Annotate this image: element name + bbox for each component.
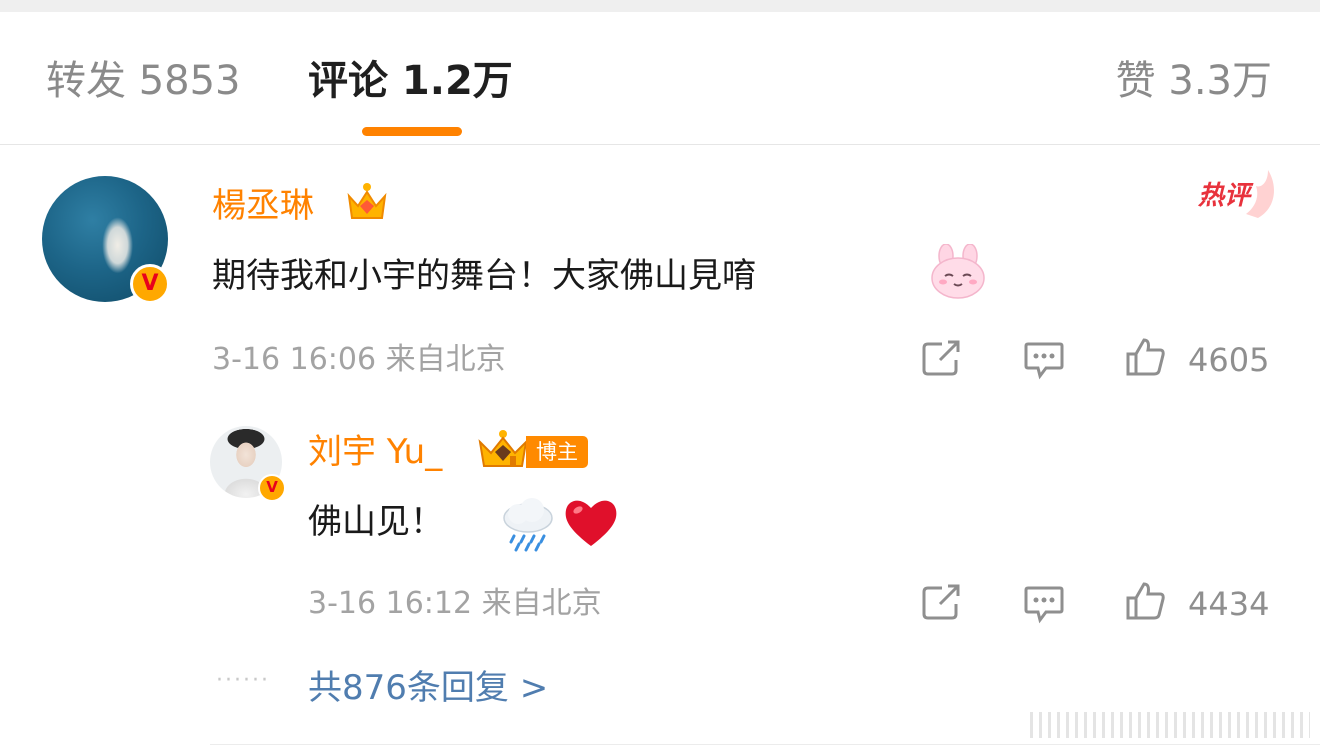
like-count: 4434 xyxy=(1188,585,1270,623)
tab-active-indicator xyxy=(362,127,462,136)
tab-repost[interactable]: 转发 5853 xyxy=(46,56,241,106)
verified-badge: V xyxy=(258,474,286,502)
watermark-strip xyxy=(1030,712,1310,738)
tab-comment[interactable]: 评论 1.2万 xyxy=(308,56,513,106)
rain-cloud-emoji-icon xyxy=(503,498,553,552)
divider xyxy=(210,744,1320,745)
like-count: 4605 xyxy=(1188,341,1270,379)
bunny-emoji-icon xyxy=(931,244,985,299)
tab-bar: 转发 5853 评论 1.2万 赞 3.3万 xyxy=(0,12,1320,145)
reply-meta: 3-16 16:12 来自北京 xyxy=(308,586,602,621)
heart-emoji-icon xyxy=(565,500,617,546)
like-icon[interactable] xyxy=(1124,336,1168,378)
crown-icon xyxy=(478,430,528,467)
reply-username[interactable]: 刘宇 Yu_ xyxy=(308,430,442,474)
tab-like[interactable]: 赞 3.3万 xyxy=(1116,56,1272,106)
hot-comment-badge: 热评 xyxy=(1198,168,1280,222)
top-strip xyxy=(0,0,1320,12)
share-icon[interactable] xyxy=(920,582,964,622)
comment-icon[interactable] xyxy=(1022,582,1066,624)
hot-comment-label: 热评 xyxy=(1198,181,1251,211)
share-icon[interactable] xyxy=(920,338,964,378)
verified-badge: V xyxy=(130,264,170,304)
comment-icon[interactable] xyxy=(1022,338,1066,380)
comment-text: 期待我和小宇的舞台！大家佛山見唷 xyxy=(212,256,756,296)
more-replies-link[interactable]: 共876条回复 > xyxy=(308,666,548,710)
crown-icon xyxy=(347,183,387,219)
like-icon[interactable] xyxy=(1124,580,1168,622)
reply-dots-divider: ······ xyxy=(216,668,270,693)
reply-text: 佛山见！ xyxy=(308,502,444,542)
blogger-tag: 博主 xyxy=(526,436,588,468)
comment-username[interactable]: 楊丞琳 xyxy=(212,184,314,228)
comment-meta: 3-16 16:06 来自北京 xyxy=(212,342,506,377)
